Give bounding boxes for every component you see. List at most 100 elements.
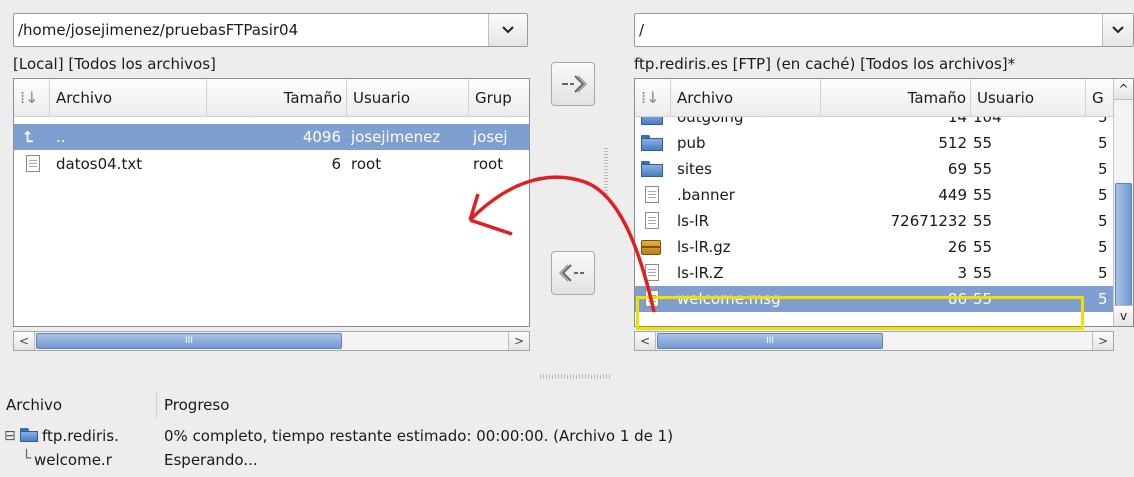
file-size: 6 <box>331 155 341 173</box>
file-row[interactable]: ls-lR.gz 26 55 5 <box>635 234 1113 260</box>
local-file-list[interactable]: ⁞↓ Archivo Tamaño Usuario Grup ⮤ .. 4096… <box>13 78 530 327</box>
column-header-grupo[interactable]: G <box>1086 79 1113 117</box>
tree-branch-icon: └ <box>22 449 32 467</box>
download-button[interactable] <box>551 251 595 295</box>
file-name: pub <box>677 134 706 152</box>
column-header-tamano[interactable]: Tamaño <box>207 79 347 117</box>
file-user: 55 <box>973 186 993 204</box>
file-row[interactable]: outgoing 14 104 5 <box>635 117 1113 130</box>
file-user: 55 <box>973 238 993 256</box>
file-row[interactable]: sites 69 55 5 <box>635 156 1113 182</box>
file-size: 4096 <box>302 128 341 146</box>
column-divider <box>156 392 157 418</box>
scrollbar-thumb[interactable]: III <box>657 333 883 349</box>
column-handle[interactable]: ⁞↓ <box>14 79 50 117</box>
file-row[interactable]: pub 512 55 5 <box>635 130 1113 156</box>
file-row[interactable]: datos04.txt 6 root root <box>14 151 529 177</box>
folder-icon <box>20 428 38 442</box>
file-row[interactable]: ls-lR 72671232 55 5 <box>635 208 1113 234</box>
file-size: 26 <box>947 238 967 256</box>
tree-collapse-icon[interactable]: ⊟ <box>4 425 16 447</box>
local-path-combo[interactable]: /home/josejimenez/pruebasFTPasir04 <box>13 13 528 47</box>
file-size: 14 <box>947 117 967 126</box>
scroll-right-icon[interactable]: > <box>508 332 529 350</box>
queue-item[interactable]: ⊟ ftp.rediris. 0% completo, tiempo resta… <box>4 425 1124 447</box>
scroll-down-icon[interactable]: v <box>1114 305 1133 326</box>
file-size: 69 <box>947 160 967 178</box>
file-user: 55 <box>973 160 993 178</box>
text-file-icon <box>645 212 659 229</box>
file-size: 449 <box>938 186 967 204</box>
folder-icon <box>641 135 663 151</box>
queue-splitter-handle[interactable] <box>540 374 612 379</box>
remote-path-value[interactable]: / <box>635 21 1102 39</box>
download-arrow-icon <box>558 264 584 282</box>
file-user: 55 <box>973 212 993 230</box>
file-name: ls-lR.gz <box>677 238 731 256</box>
scrollbar-thumb[interactable] <box>1115 183 1132 309</box>
column-header-usuario[interactable]: Usuario <box>347 79 469 117</box>
scroll-left-icon[interactable]: < <box>635 332 656 350</box>
remote-horizontal-scrollbar[interactable]: < III > <box>634 331 1114 351</box>
file-size: 3 <box>957 264 967 282</box>
file-group: 5 <box>1098 134 1108 152</box>
file-name: outgoing <box>677 117 744 126</box>
remote-panel-label: ftp.rediris.es [FTP] (en caché) [Todos l… <box>634 55 1016 73</box>
file-group: 5 <box>1098 212 1108 230</box>
text-file-icon <box>645 186 659 203</box>
scrollbar-thumb[interactable]: III <box>36 333 342 349</box>
scrollbar-grip: III <box>766 336 774 346</box>
queue-column-progreso[interactable]: Progreso <box>164 388 229 422</box>
column-header-tamano[interactable]: Tamaño <box>821 79 971 117</box>
file-row[interactable]: .banner 449 55 5 <box>635 182 1113 208</box>
file-name: .. <box>56 128 66 146</box>
file-group: 5 <box>1098 186 1108 204</box>
local-list-header: ⁞↓ Archivo Tamaño Usuario Grup <box>14 79 529 117</box>
queue-progress: 0% completo, tiempo restante estimado: 0… <box>164 427 674 445</box>
folder-icon <box>641 161 663 177</box>
sort-handle-icon: ⁞↓ <box>641 88 660 107</box>
remote-vertical-scrollbar[interactable]: ^ v <box>1113 79 1133 326</box>
scroll-up-icon[interactable]: ^ <box>1114 79 1133 100</box>
chevron-down-icon[interactable] <box>1102 14 1133 46</box>
folder-icon <box>641 117 663 125</box>
local-path-value[interactable]: /home/josejimenez/pruebasFTPasir04 <box>14 21 488 39</box>
file-group: josej <box>473 128 508 146</box>
file-user: 104 <box>973 117 1002 126</box>
pane-splitter-handle[interactable] <box>604 148 608 194</box>
column-header-archivo[interactable]: Archivo <box>671 79 821 117</box>
column-header-usuario[interactable]: Usuario <box>971 79 1086 117</box>
remote-file-list[interactable]: ⁞↓ Archivo Tamaño Usuario G outgoing 14 … <box>634 78 1134 327</box>
column-handle[interactable]: ⁞↓ <box>635 79 671 117</box>
local-horizontal-scrollbar[interactable]: < III > <box>13 331 530 351</box>
queue-item[interactable]: └ welcome.r Esperando... <box>4 449 1124 471</box>
upload-arrow-icon <box>562 75 588 93</box>
file-size: 512 <box>938 134 967 152</box>
upload-button[interactable] <box>551 62 595 106</box>
file-name: .banner <box>677 186 735 204</box>
file-group: 5 <box>1098 290 1108 308</box>
local-panel-label: [Local] [Todos los archivos] <box>13 55 216 73</box>
file-group: root <box>473 155 504 173</box>
scrollbar-grip: III <box>185 336 193 346</box>
chevron-down-icon[interactable] <box>488 14 527 46</box>
file-name: ls-lR.Z <box>677 264 724 282</box>
sort-handle-icon: ⁞↓ <box>20 88 39 107</box>
text-file-icon <box>645 264 659 281</box>
file-user: 55 <box>973 264 993 282</box>
column-header-grupo[interactable]: Grup <box>469 79 529 117</box>
file-row[interactable]: ⮤ .. 4096 josejimenez josej <box>14 124 529 150</box>
file-name: sites <box>677 160 712 178</box>
file-name: ls-lR <box>677 212 709 230</box>
file-size: 72671232 <box>890 212 967 230</box>
column-header-archivo[interactable]: Archivo <box>50 79 207 117</box>
scroll-left-icon[interactable]: < <box>14 332 35 350</box>
scroll-right-icon[interactable]: > <box>1092 332 1113 350</box>
parent-dir-icon: ⮤ <box>24 128 33 146</box>
queue-file: ftp.rediris. <box>42 427 119 445</box>
file-name: datos04.txt <box>56 155 143 173</box>
queue-column-archivo[interactable]: Archivo <box>6 388 62 422</box>
file-group: 5 <box>1098 264 1108 282</box>
remote-path-combo[interactable]: / <box>634 13 1134 47</box>
file-row[interactable]: ls-lR.Z 3 55 5 <box>635 260 1113 286</box>
